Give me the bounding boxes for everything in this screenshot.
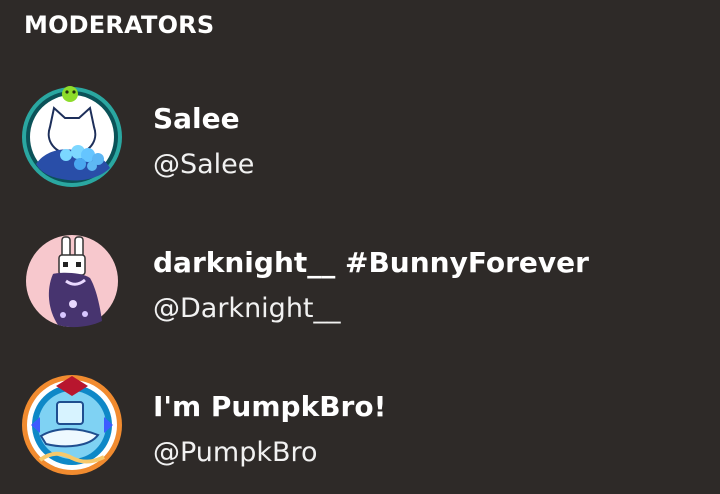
moderator-handle[interactable]: @PumpkBro bbox=[153, 435, 318, 471]
white-cat-avatar-icon[interactable] bbox=[18, 80, 126, 188]
moderator-list: Salee @Salee darknight__ #BunnyForever @… bbox=[0, 0, 720, 494]
moderator-handle[interactable]: @Darknight__ bbox=[153, 291, 341, 327]
moderator-item[interactable]: Salee @Salee bbox=[0, 80, 720, 200]
moderator-display-name[interactable]: darknight__ #BunnyForever bbox=[153, 245, 589, 281]
bunny-avatar-icon[interactable] bbox=[18, 224, 126, 332]
moderator-display-name[interactable]: I'm PumpkBro! bbox=[153, 389, 386, 425]
moderator-handle[interactable]: @Salee bbox=[153, 147, 254, 183]
moderator-display-name[interactable]: Salee bbox=[153, 101, 240, 137]
moderator-item[interactable]: darknight__ #BunnyForever @Darknight__ bbox=[0, 224, 720, 344]
moderator-item[interactable]: I'm PumpkBro! @PumpkBro bbox=[0, 368, 720, 488]
airship-badge-avatar-icon[interactable] bbox=[18, 368, 126, 476]
